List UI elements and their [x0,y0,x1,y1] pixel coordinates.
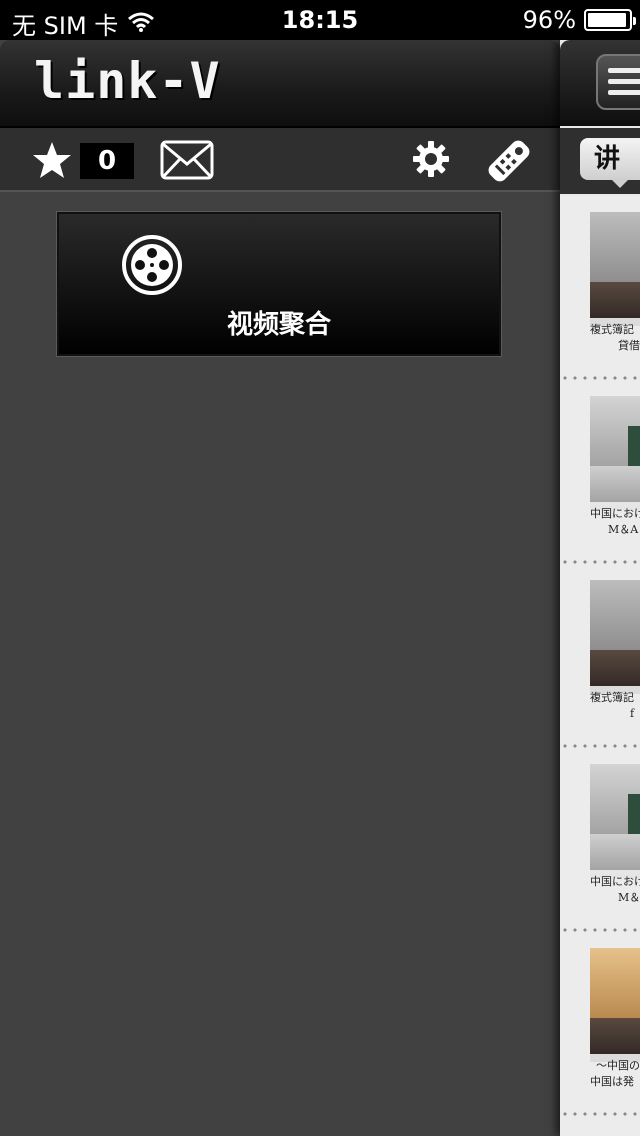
video-thumbnail: 中国におけ M＆A [590,396,640,548]
thumbnail-caption: 複式簿記 [590,323,634,336]
thumbnail-caption: 中国におけ [590,507,640,520]
remote-control-icon[interactable] [486,138,532,188]
status-bar: 无 SIM 卡 18:15 96% [0,0,640,40]
thumbnail-caption: 貸借 [618,339,640,352]
menu-header: link-V [0,40,560,128]
list-item[interactable]: 中国におけ M＆ [560,748,640,932]
battery-fill [588,13,627,27]
gear-icon[interactable] [412,140,450,182]
thumbnail-caption: f [630,707,635,720]
thumbnail-caption: 中国は発 [590,1075,634,1088]
app-screen: 无 SIM 卡 18:15 96% link-V 0 视频聚合 讲 複式簿記 貸… [0,0,640,1136]
side-menu-panel: link-V 0 视频聚合 [0,40,560,1136]
content-tabs: 讲 [560,128,640,194]
thumbnail-caption: 複式簿記 [590,691,634,704]
list-item[interactable]: 複式簿記 f [560,564,640,748]
list-item[interactable]: 中国におけ M＆A [560,380,640,564]
video-thumbnail: ～中国の中国は発 [590,948,640,1100]
video-aggregation-label: 视频聚合 [226,310,331,340]
divider [560,1112,640,1116]
video-thumbnail: 中国におけ M＆ [590,764,640,916]
tab-pointer [610,178,630,188]
video-thumbnail: 複式簿記 f [590,580,640,732]
tab-lecture[interactable]: 讲 [580,138,640,180]
thumbnail-caption: ～中国の [596,1059,640,1072]
list-item[interactable]: ～中国の中国は発 [560,932,640,1116]
hamburger-menu-icon[interactable] [596,54,640,110]
content-panel: 讲 複式簿記 貸借 中国におけ M＆A 複式簿記 f 中国におけ M＆ ～中国の… [560,40,640,1136]
hamburger-line [608,90,640,95]
status-right: 96% [522,6,636,34]
hamburger-line [608,79,640,84]
video-list: 複式簿記 貸借 中国におけ M＆A 複式簿記 f 中国におけ M＆ ～中国の 中… [560,196,640,1136]
menu-toolbar: 0 [0,128,560,192]
video-aggregation-tile[interactable]: 视频聚合 [56,211,502,357]
list-item[interactable]: 複式簿記貸借 [560,196,640,380]
star-icon[interactable] [32,140,72,184]
thumbnail-caption: M＆ [618,891,640,904]
hamburger-line [608,68,640,73]
thumbnail-caption: M＆A [608,523,639,536]
thumbnail-caption: 中国におけ [590,875,640,888]
app-logo: link-V [34,52,221,110]
video-thumbnail: 複式簿記貸借 [590,212,640,364]
content-header [560,40,640,126]
favorites-count: 0 [80,143,134,179]
film-reel-icon [121,234,183,300]
battery-percent: 96% [522,6,576,34]
mail-icon[interactable] [160,140,214,184]
battery-icon [584,9,636,31]
